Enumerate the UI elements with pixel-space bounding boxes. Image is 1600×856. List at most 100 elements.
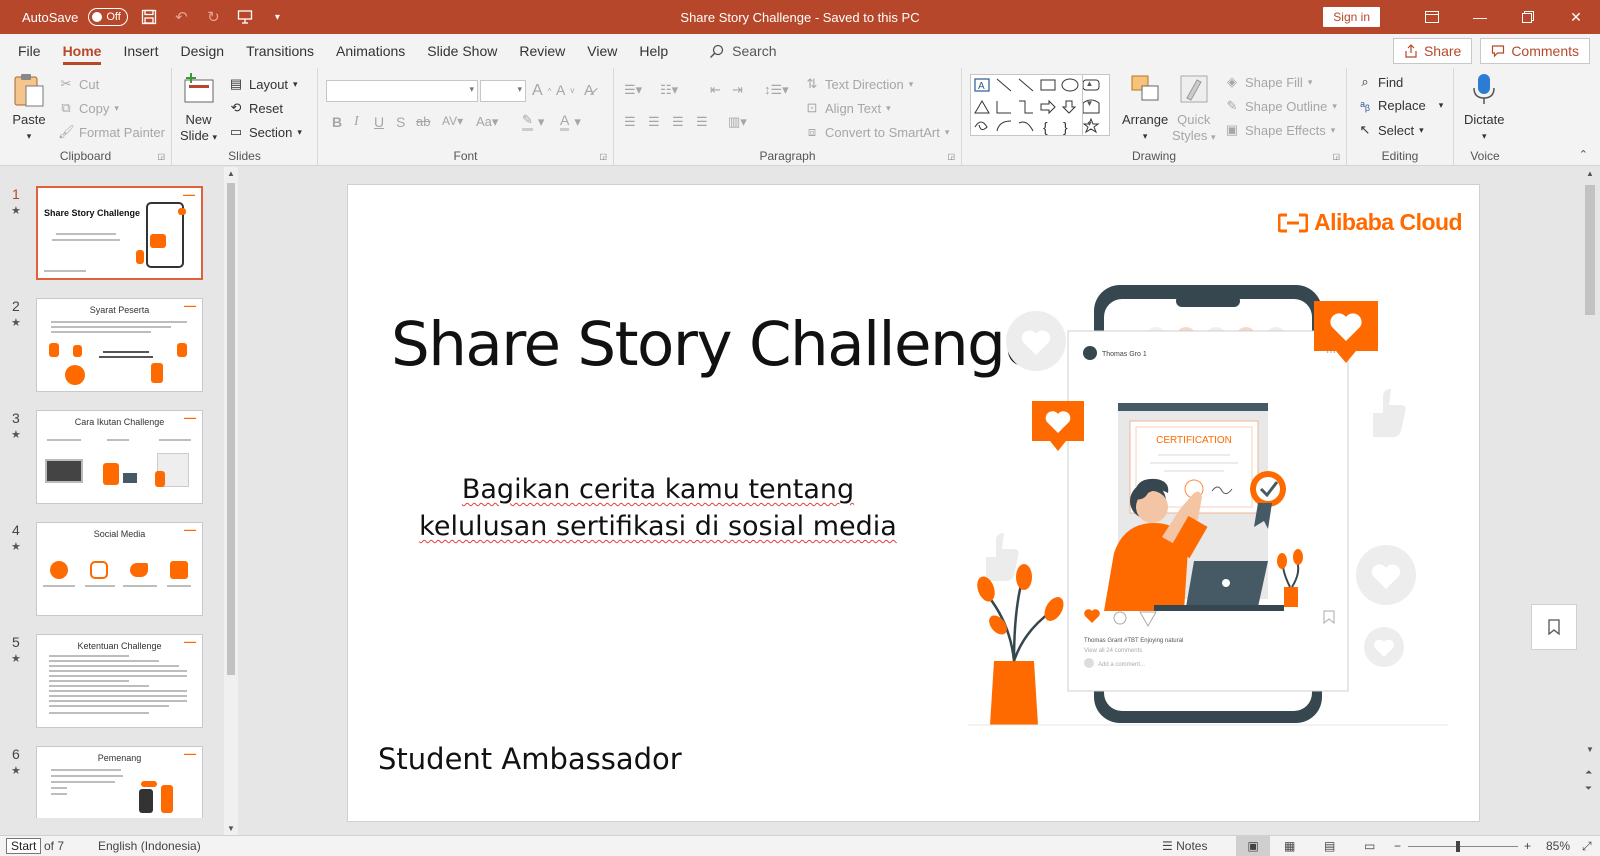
tab-design[interactable]: Design [169, 34, 235, 68]
center-button[interactable]: ☰ [648, 114, 660, 130]
tab-animations[interactable]: Animations [325, 34, 416, 68]
zoom-out-button[interactable]: − [1394, 839, 1401, 853]
increase-indent-button[interactable]: ⇥ [732, 82, 743, 98]
shadow-button[interactable]: S [396, 114, 405, 130]
thumbnail-slide-5[interactable]: 5 ★ ▬▬▬ Ketentuan Challenge [0, 634, 225, 734]
numbering-button[interactable]: ☷▾ [660, 82, 678, 98]
dialog-launcher-icon[interactable]: ◲ [599, 152, 607, 161]
font-family-select[interactable]: ▾ [326, 80, 478, 102]
shape-effects-button[interactable]: ▣ Shape Effects ▾ [1224, 122, 1335, 138]
slide-scrollbar[interactable]: ▲ ▼ ⏶ ⏷ [1580, 167, 1600, 835]
justify-button[interactable]: ☰ [696, 114, 708, 130]
dialog-launcher-icon[interactable]: ◲ [157, 152, 165, 161]
thumbnails-scrollbar[interactable]: ▲ ▼ [224, 167, 238, 835]
search-box[interactable]: Search [709, 43, 777, 59]
share-button[interactable]: Share [1392, 38, 1473, 64]
slide-footer-text[interactable]: Student Ambassador [378, 742, 682, 776]
thumbnail-slide-2[interactable]: 2 ★ ▬▬▬ Syarat Peserta [0, 298, 225, 398]
align-text-button[interactable]: ⊡ Align Text ▾ [804, 100, 891, 116]
cut-button[interactable]: ✂ Cut [58, 76, 100, 92]
copy-button[interactable]: ⧉ Copy ▾ [58, 100, 119, 116]
zoom-slider-thumb[interactable] [1456, 841, 1460, 852]
find-button[interactable]: ⌕ Find [1357, 74, 1403, 90]
replace-button[interactable]: ᵃᵦ Replace ▾ [1357, 98, 1443, 113]
change-case-button[interactable]: Aa▾ [476, 114, 498, 130]
tab-file[interactable]: File [7, 34, 52, 68]
fit-to-window-icon[interactable]: ⤢ [1582, 839, 1592, 854]
save-icon[interactable] [138, 6, 160, 28]
align-left-button[interactable]: ☰ [624, 114, 636, 130]
ribbon-display-icon[interactable] [1408, 0, 1456, 34]
line-spacing-button[interactable]: ↕☰▾ [764, 82, 789, 98]
reading-view-button[interactable]: ▤ [1324, 839, 1335, 853]
customize-qat-icon[interactable]: ▾ [266, 6, 288, 28]
slideshow-view-button[interactable]: ▭ [1364, 839, 1375, 853]
clear-formatting-button[interactable]: A̷ [584, 82, 594, 99]
zoom-slider[interactable] [1408, 841, 1518, 852]
scroll-up-icon[interactable]: ▲ [227, 169, 235, 178]
close-icon[interactable]: ✕ [1552, 0, 1600, 34]
font-color-button[interactable]: A ▾ [560, 112, 581, 131]
highlight-button[interactable]: ✎ ▾ [522, 112, 544, 131]
previous-slide-icon[interactable]: ⏶ [1585, 767, 1592, 778]
normal-view-button[interactable]: ▣ [1236, 836, 1270, 856]
shape-fill-button[interactable]: ◈ Shape Fill ▾ [1224, 74, 1312, 90]
columns-button[interactable]: ▥▾ [728, 114, 747, 130]
thumbnail-slide-1[interactable]: 1 ★ ▬▬▬ Share Story Challenge [0, 186, 225, 286]
character-spacing-button[interactable]: AV▾ [442, 114, 463, 128]
zoom-level[interactable]: 85% [1546, 839, 1570, 853]
slide-canvas[interactable]: Alibaba Cloud Share Story Challenge Bagi… [347, 184, 1480, 822]
undo-icon[interactable]: ↶ [170, 6, 192, 28]
reset-button[interactable]: ⟲ Reset [228, 100, 283, 116]
tab-transitions[interactable]: Transitions [235, 34, 325, 68]
shapes-scroll[interactable]: ▲ ▼ ▾ [1082, 74, 1096, 136]
thumbnail-slide-3[interactable]: 3 ★ ▬▬▬ Cara Ikutan Challenge [0, 410, 225, 510]
zoom-in-button[interactable]: + [1524, 839, 1531, 853]
tab-review[interactable]: Review [508, 34, 576, 68]
font-size-select[interactable]: ▾ [480, 80, 526, 102]
next-slide-icon[interactable]: ⏷ [1585, 783, 1592, 794]
collapse-ribbon-icon[interactable]: ⌃ [1579, 148, 1588, 161]
dialog-launcher-icon[interactable]: ◲ [1332, 152, 1340, 161]
quick-styles-button[interactable]: Quick Styles ▾ [1172, 72, 1216, 145]
present-icon[interactable] [234, 6, 256, 28]
select-button[interactable]: ↖ Select ▾ [1357, 122, 1424, 138]
language-indicator[interactable]: English (Indonesia) [98, 839, 201, 853]
scrollbar-thumb[interactable] [1585, 185, 1595, 315]
section-button[interactable]: ▭ Section ▾ [228, 124, 302, 140]
scroll-down-icon[interactable]: ▼ [1586, 745, 1594, 754]
slide-title[interactable]: Share Story Challenge [391, 309, 1042, 380]
new-slide-button[interactable]: New Slide ▾ [180, 72, 217, 145]
underline-button[interactable]: U [374, 114, 384, 130]
comments-button[interactable]: Comments [1480, 38, 1590, 64]
restore-icon[interactable] [1504, 0, 1552, 34]
tab-insert[interactable]: Insert [112, 34, 169, 68]
text-direction-button[interactable]: ⇅ Text Direction ▾ [804, 76, 914, 92]
tab-slide-show[interactable]: Slide Show [416, 34, 508, 68]
format-painter-button[interactable]: 🖌 Format Painter [58, 124, 165, 140]
sign-in-button[interactable]: Sign in [1323, 7, 1380, 27]
tab-home[interactable]: Home [52, 34, 113, 68]
tab-help[interactable]: Help [628, 34, 679, 68]
italic-button[interactable]: I [354, 114, 359, 130]
scroll-down-icon[interactable]: ▼ [227, 824, 235, 833]
bold-button[interactable]: B [332, 114, 342, 130]
scroll-up-icon[interactable]: ▲ [1586, 169, 1594, 178]
dialog-launcher-icon[interactable]: ◲ [947, 152, 955, 161]
slide-subtitle[interactable]: Bagikan cerita kamu tentang kelulusan se… [408, 471, 908, 545]
shape-outline-button[interactable]: ✎ Shape Outline ▾ [1224, 98, 1337, 114]
autosave-toggle[interactable]: Off [88, 8, 129, 26]
scrollbar-thumb[interactable] [227, 183, 235, 675]
slide-sorter-button[interactable]: ▦ [1284, 839, 1295, 853]
dictate-button[interactable]: Dictate ▾ [1464, 72, 1504, 144]
arrange-button[interactable]: Arrange ▾ [1122, 72, 1168, 144]
decrease-indent-button[interactable]: ⇤ [710, 82, 721, 98]
convert-smartart-button[interactable]: ⧈ Convert to SmartArt ▾ [804, 124, 950, 140]
paste-button[interactable]: Paste ▾ [12, 72, 46, 144]
layout-button[interactable]: ▤ Layout ▾ [228, 76, 298, 92]
decrease-font-size-button[interactable]: Av [556, 82, 574, 98]
bookmark-button[interactable] [1531, 604, 1577, 650]
redo-icon[interactable]: ↻ [202, 6, 224, 28]
thumbnail-slide-4[interactable]: 4 ★ ▬▬▬ Social Media [0, 522, 225, 622]
strikethrough-button[interactable]: ab [416, 114, 430, 129]
